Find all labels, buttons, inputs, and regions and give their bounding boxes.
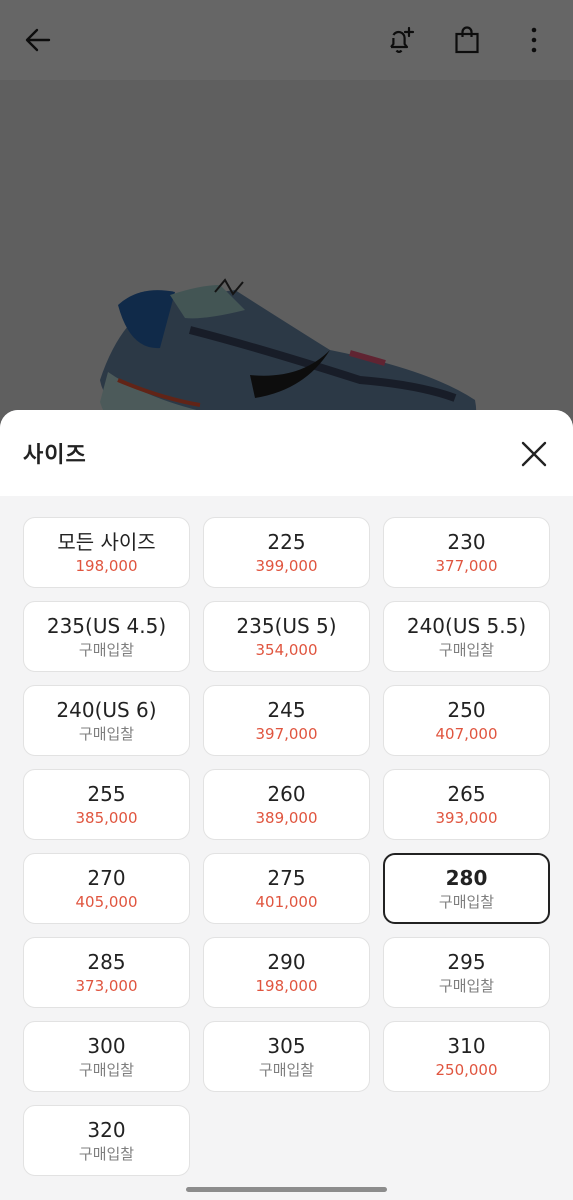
size-option[interactable]: 250 407,000 bbox=[383, 685, 550, 756]
size-price: 405,000 bbox=[75, 892, 138, 911]
size-option[interactable]: 270 405,000 bbox=[23, 853, 190, 924]
size-label: 295 bbox=[447, 949, 486, 974]
size-label: 235(US 4.5) bbox=[46, 613, 167, 638]
size-price: 385,000 bbox=[75, 808, 138, 827]
size-option[interactable]: 320 구매입찰 bbox=[23, 1105, 190, 1176]
home-indicator bbox=[186, 1187, 387, 1192]
size-label: 240(US 6) bbox=[56, 697, 157, 722]
size-label: 235(US 5) bbox=[236, 613, 337, 638]
size-option[interactable]: 290 198,000 bbox=[203, 937, 370, 1008]
size-option[interactable]: 305 구매입찰 bbox=[203, 1021, 370, 1092]
size-label: 320 bbox=[87, 1117, 126, 1142]
size-label: 230 bbox=[447, 529, 486, 554]
size-price: 389,000 bbox=[255, 808, 318, 827]
size-label: 305 bbox=[267, 1033, 306, 1058]
size-price: 407,000 bbox=[435, 724, 498, 743]
sheet-title: 사이즈 bbox=[23, 443, 87, 468]
close-icon bbox=[521, 441, 547, 467]
size-option[interactable]: 285 373,000 bbox=[23, 937, 190, 1008]
size-price: 397,000 bbox=[255, 724, 318, 743]
size-bid-status: 구매입찰 bbox=[78, 1060, 135, 1079]
size-label: 270 bbox=[87, 865, 126, 890]
size-price: 401,000 bbox=[255, 892, 318, 911]
size-price: 354,000 bbox=[255, 640, 318, 659]
size-option[interactable]: 275 401,000 bbox=[203, 853, 370, 924]
size-label: 290 bbox=[267, 949, 306, 974]
size-option[interactable]: 310 250,000 bbox=[383, 1021, 550, 1092]
size-label: 240(US 5.5) bbox=[406, 613, 527, 638]
size-bid-status: 구매입찰 bbox=[78, 1144, 135, 1163]
size-price: 373,000 bbox=[75, 976, 138, 995]
size-label: 310 bbox=[447, 1033, 486, 1058]
size-bid-status: 구매입찰 bbox=[258, 1060, 315, 1079]
size-bid-status: 구매입찰 bbox=[78, 640, 135, 659]
size-label: 285 bbox=[87, 949, 126, 974]
size-bottom-sheet: 사이즈 모든 사이즈 198,000 225 399,000 230 377,000 235… bbox=[0, 410, 573, 1200]
size-bid-status: 구매입찰 bbox=[78, 724, 135, 743]
size-option[interactable]: 255 385,000 bbox=[23, 769, 190, 840]
size-label: 265 bbox=[447, 781, 486, 806]
size-label: 260 bbox=[267, 781, 306, 806]
size-option[interactable]: 280 구매입찰 bbox=[383, 853, 550, 924]
size-price: 198,000 bbox=[75, 556, 138, 575]
size-label: 280 bbox=[445, 865, 488, 890]
size-label: 255 bbox=[87, 781, 126, 806]
size-option[interactable]: 240(US 5.5) 구매입찰 bbox=[383, 601, 550, 672]
size-price: 250,000 bbox=[435, 1060, 498, 1079]
size-price: 393,000 bbox=[435, 808, 498, 827]
sheet-header: 사이즈 bbox=[0, 410, 573, 496]
size-option[interactable]: 265 393,000 bbox=[383, 769, 550, 840]
size-option[interactable]: 295 구매입찰 bbox=[383, 937, 550, 1008]
close-button[interactable] bbox=[514, 434, 554, 474]
size-bid-status: 구매입찰 bbox=[438, 640, 495, 659]
size-bid-status: 구매입찰 bbox=[438, 976, 495, 995]
size-label: 250 bbox=[447, 697, 486, 722]
size-price: 377,000 bbox=[435, 556, 498, 575]
size-bid-status: 구매입찰 bbox=[438, 892, 495, 911]
size-price: 399,000 bbox=[255, 556, 318, 575]
size-label: 225 bbox=[267, 529, 306, 554]
size-grid: 모든 사이즈 198,000 225 399,000 230 377,000 235(US … bbox=[23, 517, 550, 1176]
size-option[interactable]: 235(US 4.5) 구매입찰 bbox=[23, 601, 190, 672]
size-option[interactable]: 260 389,000 bbox=[203, 769, 370, 840]
size-option[interactable]: 240(US 6) 구매입찰 bbox=[23, 685, 190, 756]
size-option[interactable]: 300 구매입찰 bbox=[23, 1021, 190, 1092]
size-option[interactable]: 모든 사이즈 198,000 bbox=[23, 517, 190, 588]
size-option[interactable]: 235(US 5) 354,000 bbox=[203, 601, 370, 672]
size-price: 198,000 bbox=[255, 976, 318, 995]
size-option[interactable]: 245 397,000 bbox=[203, 685, 370, 756]
size-label: 275 bbox=[267, 865, 306, 890]
size-label: 300 bbox=[87, 1033, 126, 1058]
size-label: 245 bbox=[267, 697, 306, 722]
size-option[interactable]: 230 377,000 bbox=[383, 517, 550, 588]
size-label: 모든 사이즈 bbox=[57, 529, 156, 554]
size-option[interactable]: 225 399,000 bbox=[203, 517, 370, 588]
